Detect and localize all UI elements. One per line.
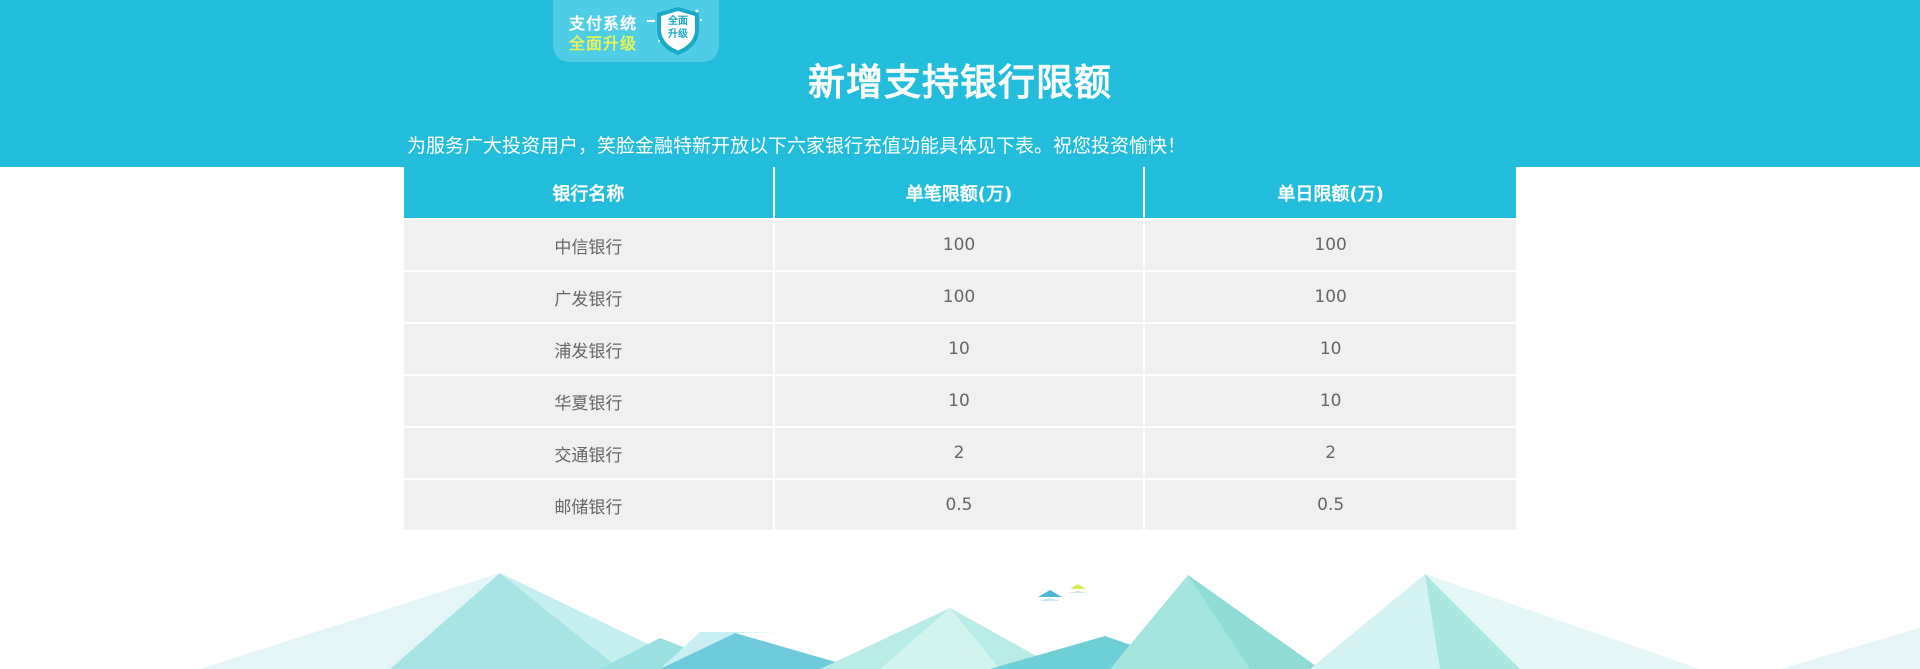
daily-limit-cell: 10 — [1145, 374, 1516, 426]
column-header-single-limit: 单笔限额(万) — [774, 167, 1146, 218]
single-limit-cell: 100 — [774, 270, 1146, 322]
table-row: 交通银行 2 2 — [404, 426, 1516, 478]
column-header-daily-limit: 单日限额(万) — [1145, 167, 1516, 218]
bank-name-cell: 广发银行 — [404, 270, 775, 322]
daily-limit-cell: 0.5 — [1145, 478, 1516, 530]
daily-limit-cell: 100 — [1145, 270, 1516, 322]
bank-name-cell: 华夏银行 — [404, 374, 775, 426]
bank-name-cell: 交通银行 — [404, 426, 775, 478]
table-row: 中信银行 100 100 — [404, 218, 1516, 270]
badge-line-2: 全面升级 — [569, 34, 638, 53]
shield-label: 全面 升级 — [668, 16, 688, 40]
bank-name-cell: 邮储银行 — [404, 478, 775, 530]
bank-limit-table: 银行名称 单笔限额(万) 单日限额(万) 中信银行 100 100 广发银行 1… — [404, 167, 1516, 530]
page-title: 新增支持银行限额 — [808, 61, 1112, 104]
daily-limit-cell: 2 — [1145, 426, 1516, 478]
single-limit-cell: 100 — [774, 218, 1146, 270]
single-limit-cell: 10 — [774, 322, 1146, 374]
table-row: 广发银行 100 100 — [404, 270, 1516, 322]
mountain-decoration — [200, 573, 1920, 669]
shield-icon: 全面 升级 — [653, 5, 703, 57]
table-row: 浦发银行 10 10 — [404, 322, 1516, 374]
table-row: 邮储银行 0.5 0.5 — [404, 478, 1516, 530]
daily-limit-cell: 100 — [1145, 218, 1516, 270]
table-row: 华夏银行 10 10 — [404, 374, 1516, 426]
bank-name-cell: 浦发银行 — [404, 322, 775, 374]
single-limit-cell: 0.5 — [774, 478, 1146, 530]
table-header-row: 银行名称 单笔限额(万) 单日限额(万) — [404, 167, 1516, 218]
single-limit-cell: 2 — [774, 426, 1146, 478]
daily-limit-cell: 10 — [1145, 322, 1516, 374]
bank-name-cell: 中信银行 — [404, 218, 775, 270]
intro-text: 为服务广大投资用户，笑脸金融特新开放以下六家银行充值功能具体见下表。祝您投资愉快… — [407, 135, 1187, 157]
single-limit-cell: 10 — [774, 374, 1146, 426]
column-header-bank-name: 银行名称 — [404, 167, 775, 218]
